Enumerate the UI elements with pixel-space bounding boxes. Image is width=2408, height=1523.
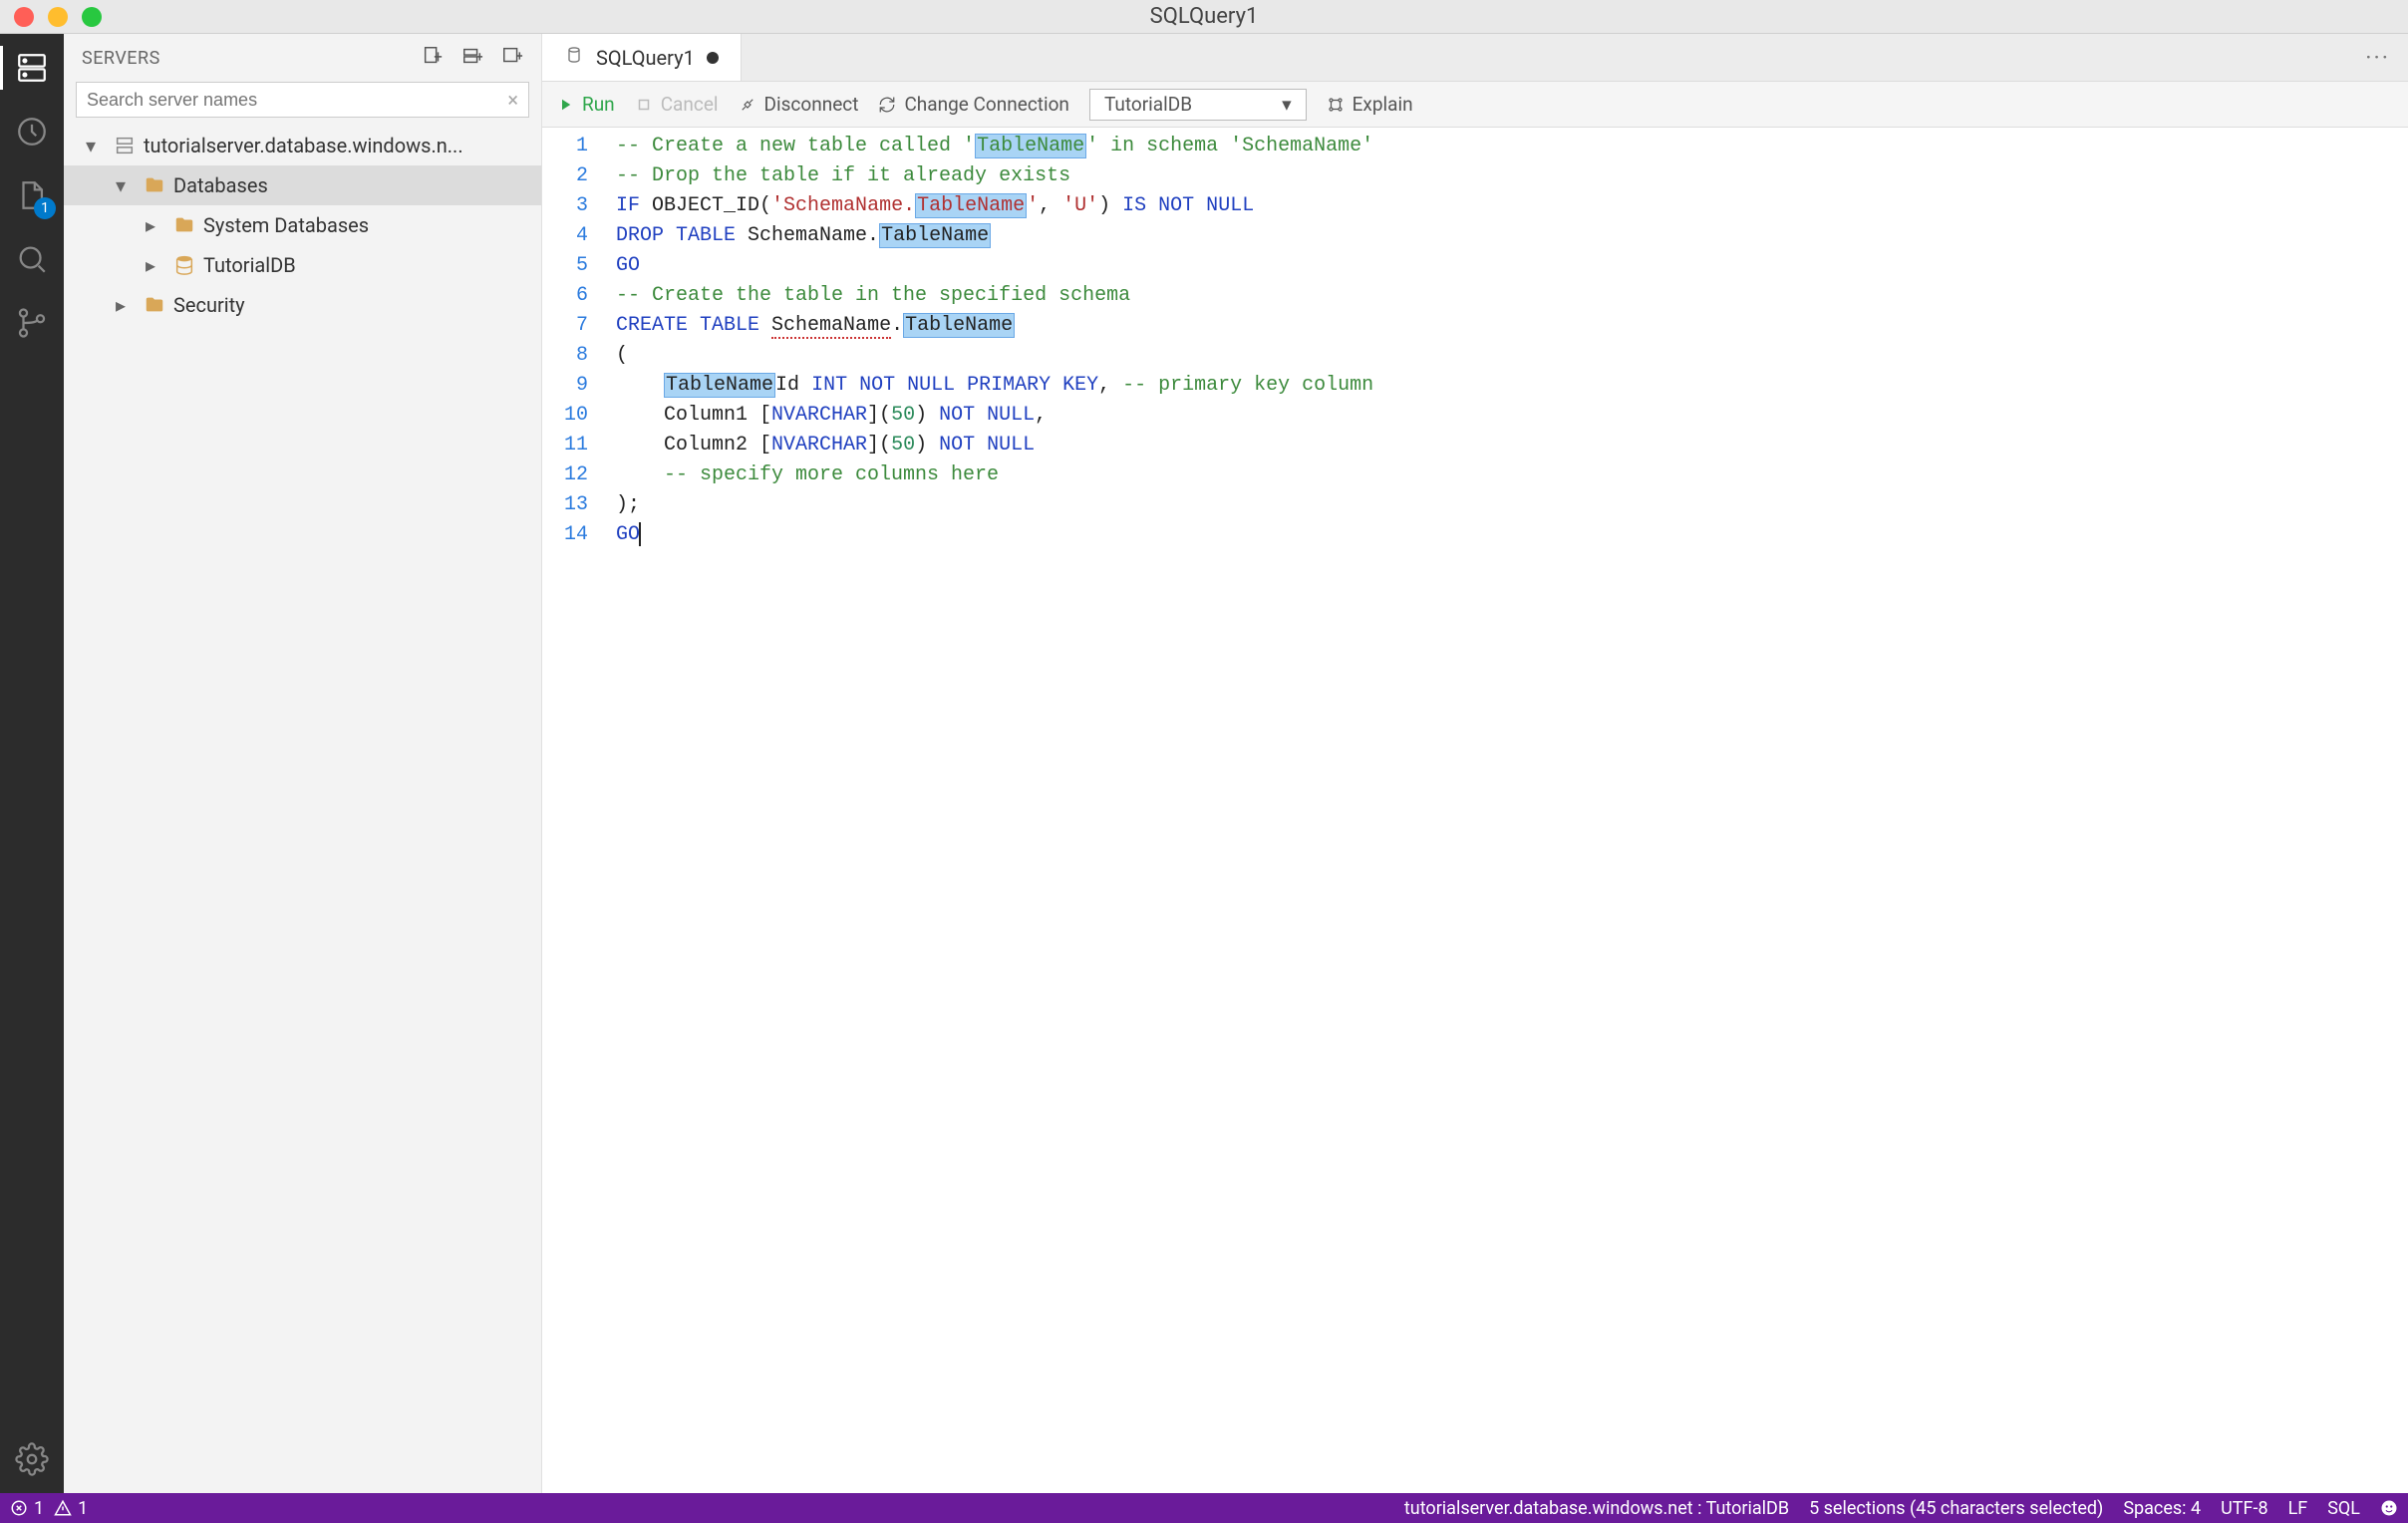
- activity-history[interactable]: [14, 114, 50, 150]
- new-group-icon[interactable]: [501, 45, 523, 72]
- chevron-down-icon: ▾: [86, 136, 106, 155]
- folder-icon: [144, 174, 165, 196]
- explorer-badge: 1: [34, 197, 56, 219]
- tab-sqlquery1[interactable]: SQLQuery1: [542, 34, 742, 81]
- status-errors[interactable]: 1: [10, 1498, 44, 1519]
- change-connection-label: Change Connection: [904, 93, 1069, 116]
- server-icon: [114, 135, 136, 156]
- folder-icon: [144, 294, 165, 316]
- window-minimize-button[interactable]: [48, 7, 68, 27]
- activity-servers[interactable]: [14, 50, 50, 86]
- chevron-right-icon: ▸: [146, 255, 165, 275]
- window-maximize-button[interactable]: [82, 7, 102, 27]
- line-gutter: 1234567891011121314: [542, 128, 602, 1493]
- disconnect-label: Disconnect: [764, 93, 859, 116]
- clear-search-icon[interactable]: ×: [507, 88, 518, 112]
- status-spaces[interactable]: Spaces: 4: [2123, 1498, 2201, 1519]
- dirty-indicator-icon: [707, 52, 719, 64]
- server-search[interactable]: ×: [76, 82, 529, 118]
- status-selections[interactable]: 5 selections (45 characters selected): [1809, 1498, 2103, 1519]
- explain-label: Explain: [1353, 93, 1413, 116]
- title-bar: SQLQuery1: [0, 0, 2408, 34]
- databases-label: Databases: [173, 173, 268, 197]
- status-encoding[interactable]: UTF-8: [2221, 1498, 2267, 1519]
- cancel-button[interactable]: Cancel: [635, 93, 719, 116]
- new-connection-icon[interactable]: [461, 45, 483, 72]
- sidebar-header-label: SERVERS: [82, 48, 160, 69]
- chevron-down-icon: ▾: [1282, 93, 1292, 116]
- activity-source-control[interactable]: [14, 305, 50, 341]
- disconnect-button[interactable]: Disconnect: [739, 93, 859, 116]
- window-close-button[interactable]: [14, 7, 34, 27]
- tutorialdb-node[interactable]: ▸ TutorialDB: [64, 245, 541, 285]
- chevron-right-icon: ▸: [146, 215, 165, 235]
- file-icon: [564, 45, 584, 70]
- run-button[interactable]: Run: [556, 93, 615, 116]
- status-warnings[interactable]: 1: [54, 1498, 88, 1519]
- system-databases-node[interactable]: ▸ System Databases: [64, 205, 541, 245]
- status-language[interactable]: SQL: [2327, 1498, 2360, 1519]
- activity-bar: 1: [0, 34, 64, 1493]
- database-icon: [173, 254, 195, 276]
- folder-icon: [173, 214, 195, 236]
- explain-button[interactable]: Explain: [1327, 93, 1413, 116]
- database-select-value: TutorialDB: [1104, 93, 1192, 116]
- database-select[interactable]: TutorialDB ▾: [1089, 89, 1307, 121]
- security-node[interactable]: ▸ Security: [64, 285, 541, 325]
- status-bar: 1 1 tutorialserver.database.windows.net …: [0, 1493, 2408, 1523]
- editor-tabs: SQLQuery1 ···: [542, 34, 2408, 82]
- server-search-input[interactable]: [87, 90, 507, 111]
- tab-overflow-button[interactable]: ···: [2347, 34, 2408, 81]
- tab-label: SQLQuery1: [596, 46, 695, 70]
- run-label: Run: [582, 93, 615, 116]
- change-connection-button[interactable]: Change Connection: [878, 93, 1069, 116]
- cancel-label: Cancel: [661, 93, 719, 116]
- security-label: Security: [173, 293, 245, 317]
- system-databases-label: System Databases: [203, 213, 369, 237]
- text-cursor: [639, 522, 641, 546]
- code-editor[interactable]: 1234567891011121314 -- Create a new tabl…: [542, 128, 2408, 1493]
- status-connection[interactable]: tutorialserver.database.windows.net : Tu…: [1404, 1498, 1789, 1519]
- server-node[interactable]: ▾ tutorialserver.database.windows.n...: [64, 126, 541, 165]
- code-content[interactable]: -- Create a new table called 'TableName'…: [602, 128, 2408, 1493]
- tutorialdb-label: TutorialDB: [203, 253, 296, 277]
- chevron-down-icon: ▾: [116, 175, 136, 195]
- databases-node[interactable]: ▾ Databases: [64, 165, 541, 205]
- status-feedback-icon[interactable]: [2380, 1499, 2398, 1517]
- servers-sidebar: SERVERS × ▾ tutorialserver.database.wind…: [64, 34, 542, 1493]
- activity-settings[interactable]: [14, 1441, 50, 1477]
- chevron-right-icon: ▸: [116, 295, 136, 315]
- new-query-icon[interactable]: [422, 45, 444, 72]
- activity-search[interactable]: [14, 241, 50, 277]
- status-eol[interactable]: LF: [2288, 1498, 2308, 1519]
- server-label: tutorialserver.database.windows.n...: [144, 134, 463, 157]
- query-toolbar: Run Cancel Disconnect Change Connection …: [542, 82, 2408, 128]
- activity-explorer[interactable]: 1: [14, 177, 50, 213]
- window-title: SQLQuery1: [1150, 4, 1259, 29]
